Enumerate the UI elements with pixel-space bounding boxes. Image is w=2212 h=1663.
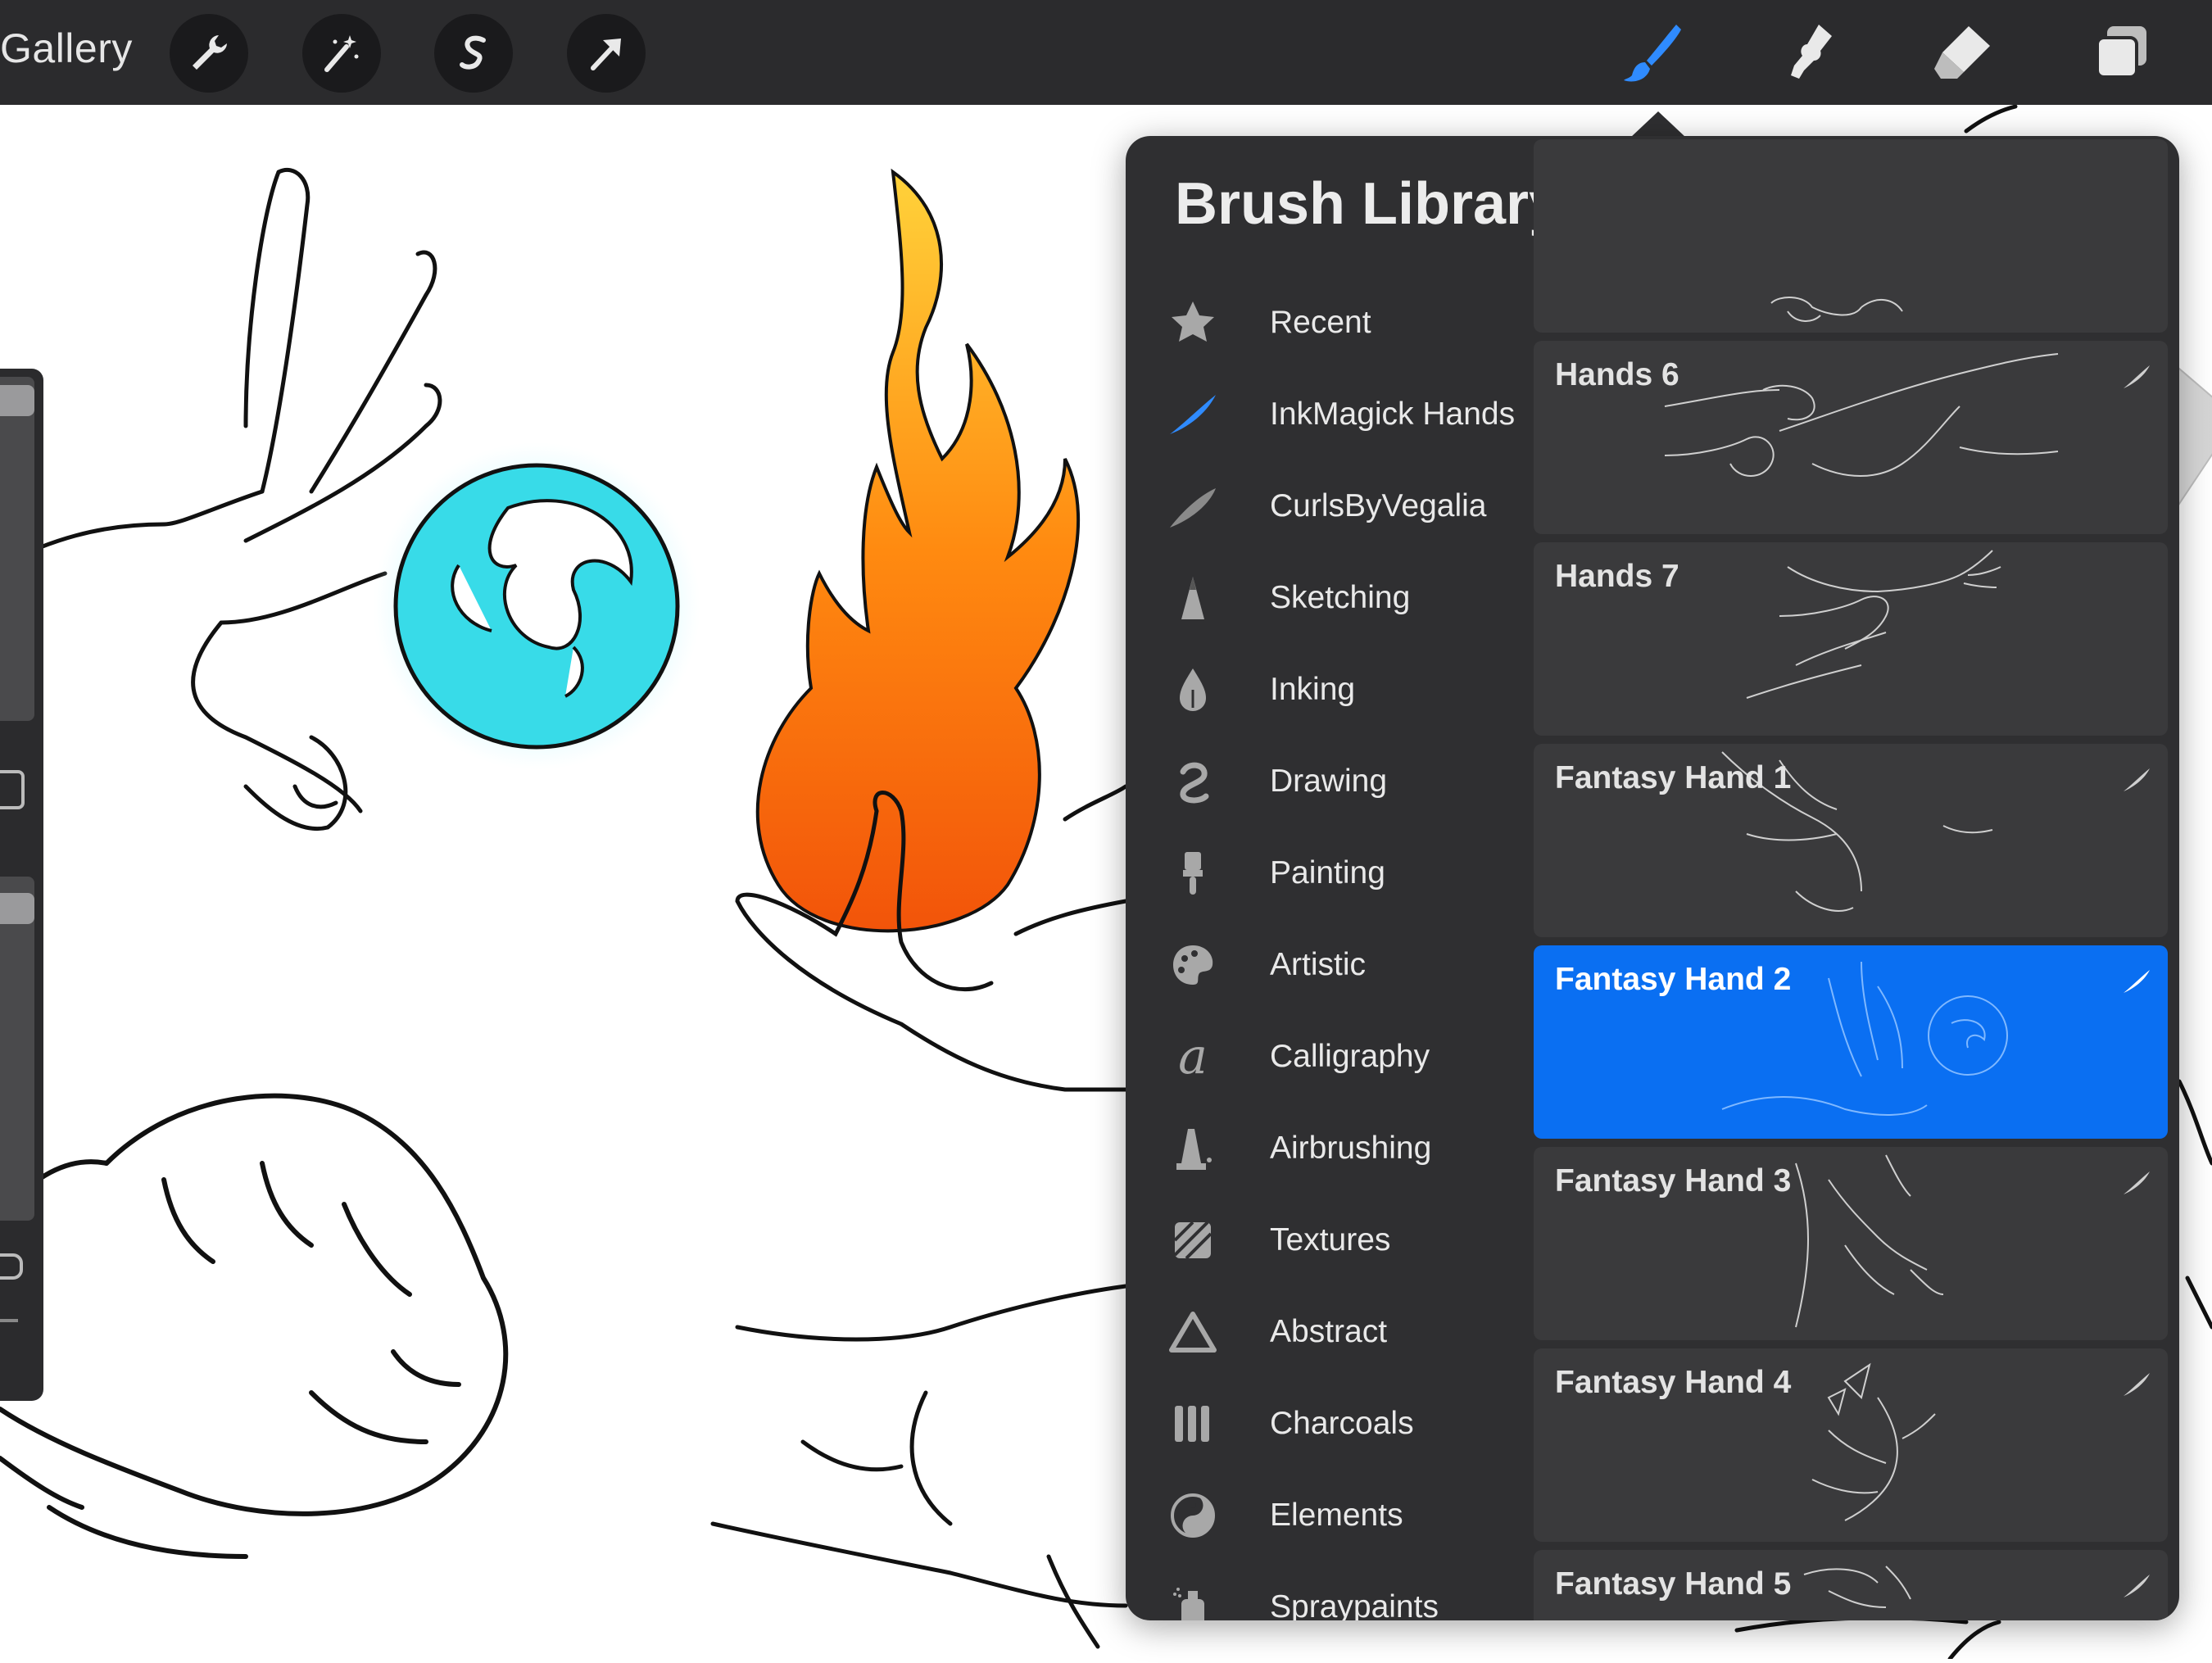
category-label: Textures — [1270, 1222, 1391, 1257]
brush-name: Fantasy Hand 5 — [1555, 1566, 1792, 1602]
category-artistic[interactable]: Artistic — [1126, 919, 1532, 1011]
gray-stroke-icon — [1167, 480, 1219, 532]
category-curlsbyvegalia[interactable]: CurlsByVegalia — [1126, 460, 1532, 552]
category-inking[interactable]: Inking — [1126, 644, 1532, 736]
brush-item[interactable]: Hands 7 — [1534, 542, 2168, 736]
brush-library-panel: Brush Library Recent InkMagick Hands Cur… — [1126, 136, 2179, 1620]
brush-name: Fantasy Hand 1 — [1555, 760, 1792, 795]
category-label: Elements — [1270, 1498, 1403, 1533]
opacity-thumb[interactable] — [0, 893, 34, 924]
category-label: Drawing — [1270, 764, 1388, 799]
category-abstract[interactable]: Abstract — [1126, 1286, 1532, 1378]
spray-can-icon — [1167, 1581, 1219, 1620]
imported-brush-icon — [2124, 768, 2150, 791]
brush-item[interactable]: Fantasy Hand 5 — [1534, 1550, 2168, 1620]
transform-arrow-icon[interactable] — [567, 14, 646, 93]
brush-library-title: Brush Library — [1175, 171, 1562, 237]
brush-name: Hands 7 — [1555, 559, 1679, 594]
category-calligraphy[interactable]: a Calligraphy — [1126, 1011, 1532, 1103]
palette-icon — [1167, 939, 1219, 991]
squiggle-icon — [1167, 755, 1219, 808]
magic-wand-icon[interactable] — [302, 14, 381, 93]
brush-size-thumb[interactable] — [0, 385, 34, 416]
category-inkmagick-hands[interactable]: InkMagick Hands — [1126, 369, 1532, 460]
category-sketching[interactable]: Sketching — [1126, 552, 1532, 644]
left-sidebar — [0, 369, 43, 1401]
category-recent[interactable]: Recent — [1126, 277, 1532, 369]
brush-preview — [1770, 297, 1903, 322]
wrench-icon[interactable] — [170, 14, 248, 93]
category-label: Artistic — [1270, 947, 1366, 982]
category-drawing[interactable]: Drawing — [1126, 736, 1532, 827]
blue-stroke-icon — [1167, 388, 1219, 441]
category-label: Sketching — [1270, 580, 1411, 615]
category-label: Airbrushing — [1270, 1131, 1432, 1166]
pen-nib-icon — [1167, 664, 1219, 716]
paintbrush-icon — [1167, 847, 1219, 899]
brush-name: Fantasy Hand 4 — [1555, 1365, 1792, 1400]
brush-name: Fantasy Hand 3 — [1555, 1163, 1792, 1199]
category-label: CurlsByVegalia — [1270, 488, 1487, 523]
triangle-icon — [1167, 1306, 1219, 1358]
imported-brush-icon — [2124, 1373, 2150, 1396]
category-label: Calligraphy — [1270, 1039, 1430, 1074]
undo-icon[interactable] — [0, 1253, 23, 1280]
brush-item[interactable]: Fantasy Hand 4 — [1534, 1348, 2168, 1542]
category-textures[interactable]: Textures — [1126, 1194, 1532, 1286]
brush-item-selected[interactable]: Fantasy Hand 2 — [1534, 945, 2168, 1139]
category-label: Spraypaints — [1270, 1589, 1439, 1620]
yin-yang-icon — [1167, 1489, 1219, 1542]
category-spraypaints[interactable]: Spraypaints — [1126, 1561, 1532, 1620]
imported-brush-icon — [2124, 1171, 2150, 1194]
category-elements[interactable]: Elements — [1126, 1470, 1532, 1561]
brush-name: Fantasy Hand 2 — [1555, 962, 1792, 997]
paintbrush-icon[interactable] — [1612, 11, 1694, 93]
popover-pointer — [1630, 111, 1686, 138]
brush-item[interactable]: Fantasy Hand 1 — [1534, 744, 2168, 937]
brush-list: Hands 6 Hands 7 Fantasy Hand 1 Fantasy H… — [1534, 139, 2168, 1620]
top-toolbar: Gallery — [0, 0, 2212, 105]
calligraphy-a-icon: a — [1178, 1028, 1208, 1085]
modify-button[interactable] — [0, 770, 25, 809]
textures-icon — [1167, 1214, 1219, 1267]
category-airbrushing[interactable]: Airbrushing — [1126, 1103, 1532, 1194]
category-painting[interactable]: Painting — [1126, 827, 1532, 919]
category-charcoals[interactable]: Charcoals — [1126, 1378, 1532, 1470]
opacity-slider[interactable] — [0, 877, 34, 1221]
pencil-tip-icon — [1167, 572, 1219, 624]
imported-brush-icon — [2124, 970, 2150, 993]
brush-name: Hands 6 — [1555, 357, 1679, 392]
category-label: Recent — [1270, 305, 1371, 340]
star-icon — [1167, 297, 1219, 349]
redo-icon[interactable] — [0, 1319, 18, 1322]
brush-size-slider[interactable] — [0, 377, 34, 721]
gallery-button[interactable]: Gallery — [0, 25, 133, 72]
charcoal-sticks-icon — [1167, 1398, 1219, 1450]
brush-category-list: Recent InkMagick Hands CurlsByVegalia Sk… — [1126, 277, 1532, 1620]
eraser-icon[interactable] — [1921, 11, 2003, 93]
selection-icon[interactable] — [434, 14, 513, 93]
category-label: Abstract — [1270, 1314, 1388, 1349]
brush-item[interactable]: Fantasy Hand 3 — [1534, 1147, 2168, 1340]
layers-icon[interactable] — [2081, 11, 2163, 93]
airbrush-icon — [1167, 1122, 1219, 1175]
imported-brush-icon — [2124, 365, 2150, 388]
imported-brush-icon — [2124, 1575, 2150, 1597]
category-label: Inking — [1270, 672, 1356, 707]
category-label: Charcoals — [1270, 1406, 1414, 1441]
smudge-icon[interactable] — [1768, 11, 1850, 93]
category-label: Painting — [1270, 855, 1385, 890]
brush-item[interactable] — [1534, 139, 2168, 333]
category-label: InkMagick Hands — [1270, 396, 1516, 432]
brush-item[interactable]: Hands 6 — [1534, 341, 2168, 534]
